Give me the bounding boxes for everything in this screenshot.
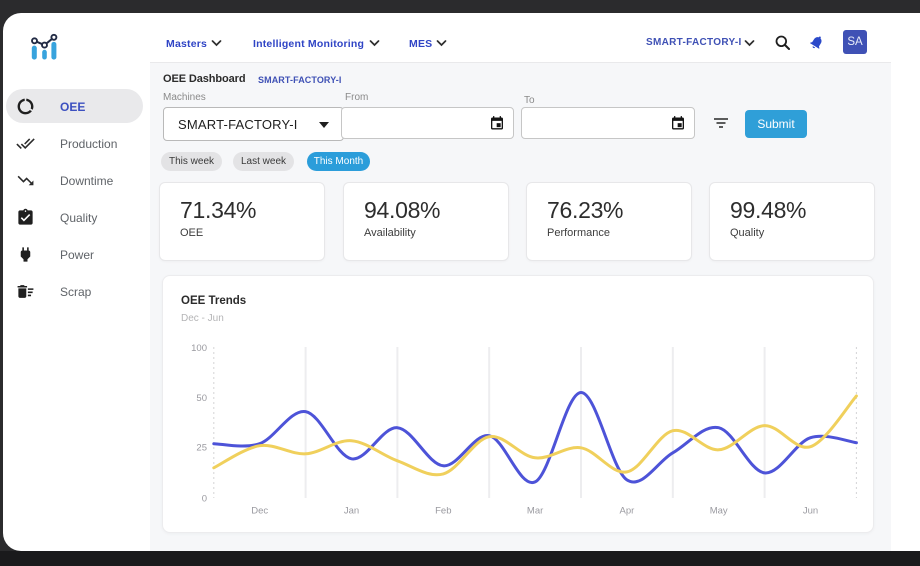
svg-text:0: 0 (202, 494, 207, 505)
svg-text:Jan: Jan (344, 506, 359, 517)
svg-text:May: May (710, 506, 728, 517)
svg-text:Jun: Jun (803, 506, 818, 517)
svg-text:Feb: Feb (435, 506, 451, 517)
svg-text:Dec: Dec (251, 506, 268, 517)
svg-text:Mar: Mar (527, 506, 543, 517)
svg-text:Apr: Apr (620, 506, 635, 517)
svg-text:25: 25 (196, 443, 207, 454)
svg-text:50: 50 (196, 393, 207, 404)
svg-text:100: 100 (191, 343, 207, 354)
